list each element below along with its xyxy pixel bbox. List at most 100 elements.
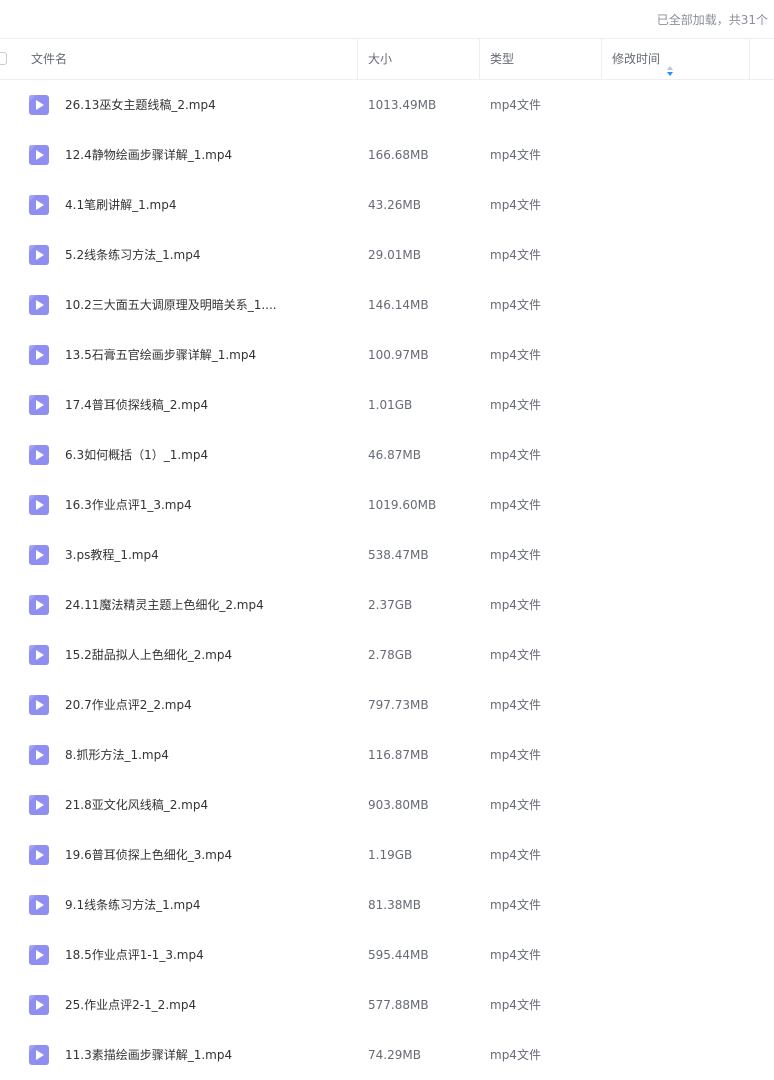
video-file-icon <box>29 545 49 565</box>
file-type: mp4文件 <box>490 198 541 212</box>
file-row[interactable]: 21.8亚文化风线稿_2.mp4 903.80MB mp4文件 <box>0 780 774 830</box>
file-name[interactable]: 16.3作业点评1_3.mp4 <box>65 480 345 530</box>
file-name[interactable]: 20.7作业点评2_2.mp4 <box>65 680 345 730</box>
file-name[interactable]: 18.5作业点评1-1_3.mp4 <box>65 930 345 980</box>
file-row[interactable]: 17.4普耳侦探线稿_2.mp4 1.01GB mp4文件 <box>0 380 774 430</box>
file-name[interactable]: 11.3素描绘画步骤详解_1.mp4 <box>65 1030 345 1080</box>
file-row[interactable]: 8.抓形方法_1.mp4 116.87MB mp4文件 <box>0 730 774 780</box>
file-row[interactable]: 3.ps教程_1.mp4 538.47MB mp4文件 <box>0 530 774 580</box>
file-size: 1.19GB <box>368 848 413 862</box>
file-row[interactable]: 24.11魔法精灵主题上色细化_2.mp4 2.37GB mp4文件 <box>0 580 774 630</box>
video-file-icon <box>29 195 49 215</box>
file-size: 43.26MB <box>368 198 421 212</box>
file-type: mp4文件 <box>490 698 541 712</box>
column-header-name[interactable]: 文件名 <box>31 39 67 79</box>
file-type: mp4文件 <box>490 548 541 562</box>
file-name[interactable]: 15.2甜品拟人上色细化_2.mp4 <box>65 630 345 680</box>
file-size: 1.01GB <box>368 398 413 412</box>
file-name[interactable]: 6.3如何概括（1）_1.mp4 <box>65 430 345 480</box>
file-name[interactable]: 4.1笔刷讲解_1.mp4 <box>65 180 345 230</box>
video-file-icon <box>29 945 49 965</box>
file-type: mp4文件 <box>490 848 541 862</box>
file-type: mp4文件 <box>490 348 541 362</box>
file-row[interactable]: 6.3如何概括（1）_1.mp4 46.87MB mp4文件 <box>0 430 774 480</box>
file-row[interactable]: 25.作业点评2-1_2.mp4 577.88MB mp4文件 <box>0 980 774 1030</box>
video-file-icon <box>29 645 49 665</box>
select-all-checkbox[interactable] <box>0 52 7 65</box>
file-row[interactable]: 12.4静物绘画步骤详解_1.mp4 166.68MB mp4文件 <box>0 130 774 180</box>
column-header-modified[interactable]: 修改时间 <box>612 39 674 79</box>
column-header-type[interactable]: 类型 <box>490 39 514 79</box>
file-row[interactable]: 13.5石膏五官绘画步骤详解_1.mp4 100.97MB mp4文件 <box>0 330 774 380</box>
file-row[interactable]: 19.6普耳侦探上色细化_3.mp4 1.19GB mp4文件 <box>0 830 774 880</box>
video-file-icon <box>29 245 49 265</box>
file-type: mp4文件 <box>490 898 541 912</box>
file-name[interactable]: 13.5石膏五官绘画步骤详解_1.mp4 <box>65 330 345 380</box>
file-name[interactable]: 24.11魔法精灵主题上色细化_2.mp4 <box>65 580 345 630</box>
file-size: 2.78GB <box>368 648 413 662</box>
column-divider[interactable] <box>357 39 358 79</box>
file-name[interactable]: 5.2线条练习方法_1.mp4 <box>65 230 345 280</box>
file-size: 116.87MB <box>368 748 429 762</box>
file-row[interactable]: 5.2线条练习方法_1.mp4 29.01MB mp4文件 <box>0 230 774 280</box>
file-type: mp4文件 <box>490 798 541 812</box>
file-size: 46.87MB <box>368 448 421 462</box>
file-row[interactable]: 11.3素描绘画步骤详解_1.mp4 74.29MB mp4文件 <box>0 1030 774 1080</box>
file-row[interactable]: 20.7作业点评2_2.mp4 797.73MB mp4文件 <box>0 680 774 730</box>
file-row[interactable]: 16.3作业点评1_3.mp4 1019.60MB mp4文件 <box>0 480 774 530</box>
file-name[interactable]: 10.2三大面五大调原理及明暗关系_1.... <box>65 280 345 330</box>
file-type: mp4文件 <box>490 248 541 262</box>
sort-icon[interactable] <box>666 53 674 76</box>
table-header: 文件名 大小 类型 修改时间 <box>0 38 774 80</box>
file-name[interactable]: 8.抓形方法_1.mp4 <box>65 730 345 780</box>
video-file-icon <box>29 795 49 815</box>
file-name[interactable]: 25.作业点评2-1_2.mp4 <box>65 980 345 1030</box>
video-file-icon <box>29 495 49 515</box>
file-row[interactable]: 9.1线条练习方法_1.mp4 81.38MB mp4文件 <box>0 880 774 930</box>
video-file-icon <box>29 145 49 165</box>
file-row[interactable]: 10.2三大面五大调原理及明暗关系_1.... 146.14MB mp4文件 <box>0 280 774 330</box>
column-divider[interactable] <box>749 39 750 79</box>
video-file-icon <box>29 395 49 415</box>
file-row[interactable]: 4.1笔刷讲解_1.mp4 43.26MB mp4文件 <box>0 180 774 230</box>
file-name[interactable]: 21.8亚文化风线稿_2.mp4 <box>65 780 345 830</box>
file-name[interactable]: 26.13巫女主题线稿_2.mp4 <box>65 80 345 130</box>
video-file-icon <box>29 295 49 315</box>
column-divider[interactable] <box>601 39 602 79</box>
file-name[interactable]: 9.1线条练习方法_1.mp4 <box>65 880 345 930</box>
file-size: 74.29MB <box>368 1048 421 1062</box>
file-type: mp4文件 <box>490 448 541 462</box>
file-type: mp4文件 <box>490 148 541 162</box>
column-header-modified-label: 修改时间 <box>612 52 661 66</box>
file-size: 166.68MB <box>368 148 429 162</box>
file-type: mp4文件 <box>490 298 541 312</box>
video-file-icon <box>29 595 49 615</box>
file-size: 146.14MB <box>368 298 429 312</box>
file-type: mp4文件 <box>490 498 541 512</box>
file-size: 1013.49MB <box>368 98 437 112</box>
file-name[interactable]: 19.6普耳侦探上色细化_3.mp4 <box>65 830 345 880</box>
file-size: 595.44MB <box>368 948 429 962</box>
file-type: mp4文件 <box>490 748 541 762</box>
file-size: 81.38MB <box>368 898 421 912</box>
file-size: 29.01MB <box>368 248 421 262</box>
video-file-icon <box>29 895 49 915</box>
file-size: 100.97MB <box>368 348 429 362</box>
column-header-size[interactable]: 大小 <box>368 39 392 79</box>
column-divider[interactable] <box>479 39 480 79</box>
file-size: 538.47MB <box>368 548 429 562</box>
file-type: mp4文件 <box>490 648 541 662</box>
file-name[interactable]: 17.4普耳侦探线稿_2.mp4 <box>65 380 345 430</box>
video-file-icon <box>29 1045 49 1065</box>
file-list: 26.13巫女主题线稿_2.mp4 1013.49MB mp4文件 12.4静物… <box>0 80 774 1080</box>
file-row[interactable]: 15.2甜品拟人上色细化_2.mp4 2.78GB mp4文件 <box>0 630 774 680</box>
video-file-icon <box>29 345 49 365</box>
file-size: 1019.60MB <box>368 498 437 512</box>
status-bar: 已全部加载，共31个 <box>0 0 774 38</box>
file-row[interactable]: 18.5作业点评1-1_3.mp4 595.44MB mp4文件 <box>0 930 774 980</box>
file-type: mp4文件 <box>490 398 541 412</box>
file-size: 903.80MB <box>368 798 429 812</box>
file-name[interactable]: 3.ps教程_1.mp4 <box>65 530 345 580</box>
file-name[interactable]: 12.4静物绘画步骤详解_1.mp4 <box>65 130 345 180</box>
file-row[interactable]: 26.13巫女主题线稿_2.mp4 1013.49MB mp4文件 <box>0 80 774 130</box>
